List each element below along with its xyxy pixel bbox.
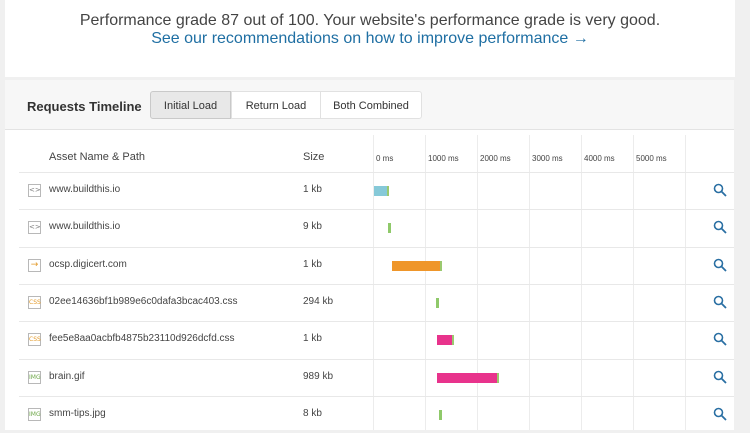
tick-label: 1000 ms: [428, 154, 459, 163]
search-icon[interactable]: [713, 332, 727, 346]
search-icon[interactable]: [713, 407, 727, 421]
timing-bar: [437, 372, 499, 383]
timing-bar: [391, 260, 442, 271]
timing-bar-end: [386, 186, 389, 196]
search-icon[interactable]: [713, 258, 727, 272]
timing-bar-end: [439, 260, 442, 271]
tab-both-combined[interactable]: Both Combined: [320, 91, 422, 119]
asset-name: brain.gif: [49, 370, 85, 382]
performance-summary-card: Performance grade 87 out of 100. Your we…: [5, 0, 735, 77]
timing-bar: [436, 297, 440, 308]
asset-size: 1 kb: [303, 184, 322, 195]
redirect-icon: →: [28, 258, 41, 272]
image-file-icon: IMG: [28, 370, 41, 384]
tab-return-load[interactable]: Return Load: [231, 91, 320, 119]
table-row: IMG smm-tips.jpg 8 kb: [5, 396, 734, 433]
table-row: CSS 02ee14636bf1b989e6c0dafa3bcac403.css 2…: [5, 284, 734, 321]
timing-bar: [438, 409, 442, 420]
asset-name: 02ee14636bf1b989e6c0dafa3bcac403.css: [49, 295, 238, 307]
asset-name: www.buildthis.io: [49, 184, 121, 195]
search-icon[interactable]: [713, 220, 727, 234]
css-file-icon: CSS: [28, 333, 41, 347]
section-title: Requests Timeline: [27, 99, 142, 114]
tick-label: 5000 ms: [636, 154, 667, 163]
table-row: <> www.buildthis.io 1 kb: [5, 172, 734, 209]
table-row: CSS fee5e8aa0acbfb4875b23110d926dcfd.css 1…: [5, 321, 734, 358]
tick-label: 0 ms: [376, 154, 394, 163]
tick-label: 3000 ms: [532, 154, 563, 163]
timeline-header: Requests Timeline Initial Load Return Lo…: [5, 80, 734, 130]
asset-size: 1 kb: [303, 258, 322, 270]
asset-size: 989 kb: [303, 370, 334, 382]
search-icon[interactable]: [713, 295, 727, 309]
asset-size: 294 kb: [303, 295, 334, 307]
asset-name: ocsp.digicert.com: [49, 258, 127, 270]
asset-name: www.buildthis.io: [49, 221, 121, 233]
asset-name: smm-tips.jpg: [49, 407, 106, 419]
css-file-icon: CSS: [28, 295, 41, 309]
timing-bar: [387, 223, 391, 234]
timing-bar-end: [496, 372, 499, 383]
html-file-icon: <>: [28, 221, 41, 235]
tick-label: 4000 ms: [584, 154, 615, 163]
tab-initial-load[interactable]: Initial Load: [150, 91, 231, 119]
asset-name: fee5e8aa0acbfb4875b23110d926dcfd.css: [49, 333, 235, 345]
table-row: → ocsp.digicert.com 1 kb: [5, 247, 734, 284]
timing-bar-end: [452, 335, 455, 346]
recommendations-link[interactable]: See our recommendations on how to improv…: [5, 30, 735, 48]
tick-label: 2000 ms: [480, 154, 511, 163]
asset-size: 9 kb: [303, 221, 322, 233]
asset-size: 1 kb: [303, 333, 322, 345]
asset-size: 8 kb: [303, 407, 322, 419]
performance-grade-text: Performance grade 87 out of 100. Your we…: [79, 12, 661, 29]
table-row: <> www.buildthis.io 9 kb: [5, 209, 734, 246]
table-row: IMG brain.gif 989 kb: [5, 359, 734, 396]
search-icon[interactable]: [713, 183, 727, 197]
search-icon[interactable]: [713, 370, 727, 384]
asset-column-header: Asset Name & Path: [49, 151, 145, 163]
html-file-icon: <>: [28, 184, 41, 197]
image-file-icon: IMG: [28, 407, 41, 421]
requests-timeline-panel: Requests Timeline Initial Load Return Lo…: [5, 80, 734, 430]
size-column-header: Size: [303, 151, 325, 163]
